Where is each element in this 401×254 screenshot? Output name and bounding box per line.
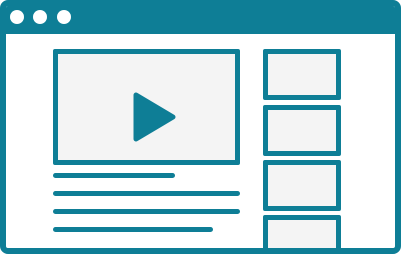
browser-window <box>0 0 401 254</box>
window-dot-icon[interactable] <box>33 10 47 24</box>
video-thumbnail[interactable] <box>263 215 341 248</box>
description-line <box>53 191 240 196</box>
video-thumbnail[interactable] <box>263 160 341 211</box>
window-dot-icon[interactable] <box>10 10 24 24</box>
video-player[interactable] <box>53 49 240 165</box>
title-line <box>53 173 175 178</box>
play-icon[interactable] <box>130 92 176 142</box>
video-thumbnail[interactable] <box>263 105 341 156</box>
description-line <box>53 227 213 232</box>
description-line <box>53 209 240 214</box>
title-bar <box>6 6 395 34</box>
window-dot-icon[interactable] <box>57 10 71 24</box>
video-thumbnail[interactable] <box>263 49 341 100</box>
